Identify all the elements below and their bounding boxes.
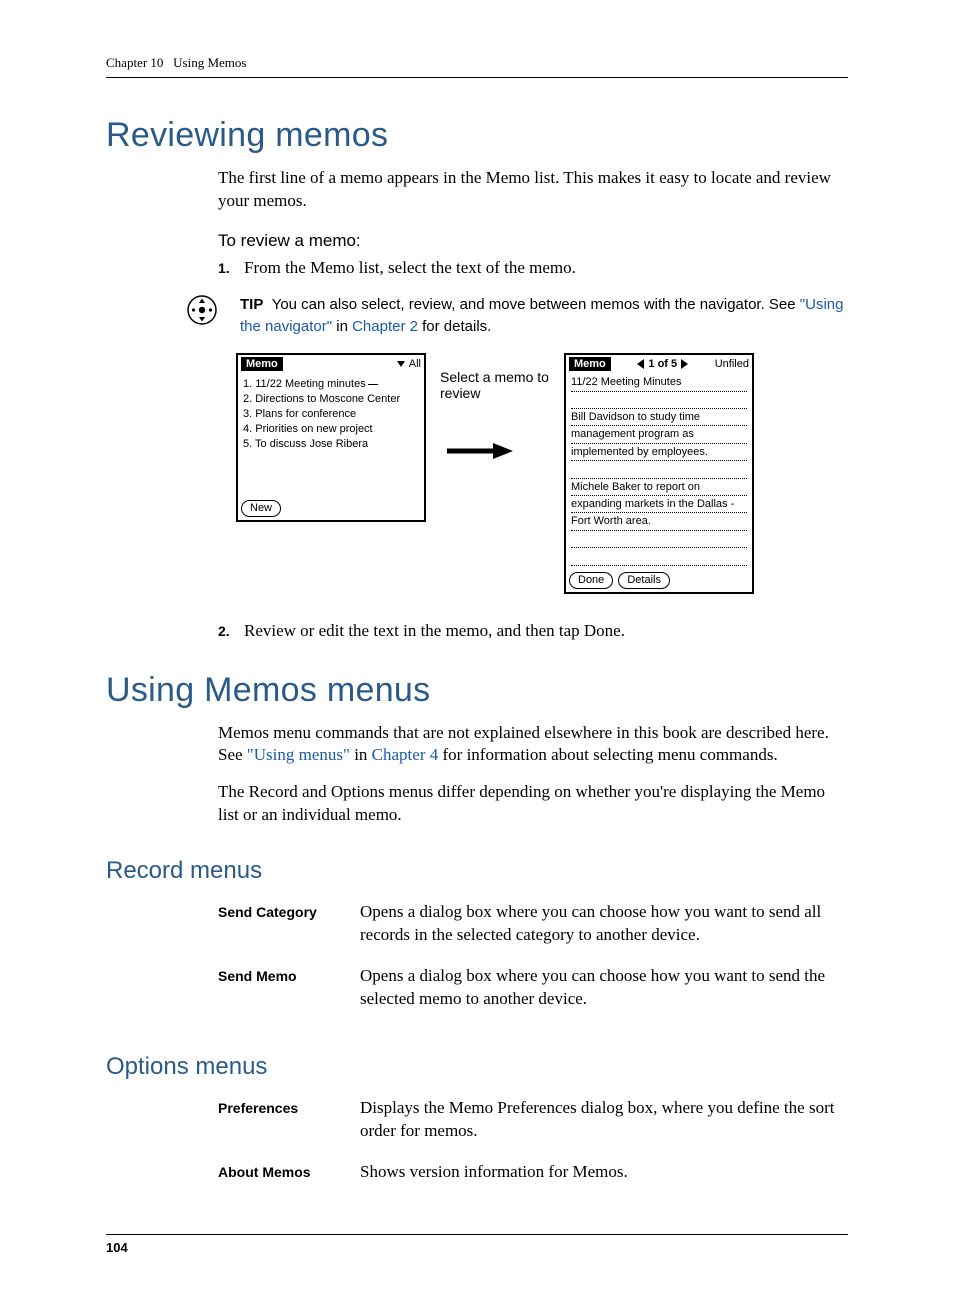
description: Opens a dialog box where you can choose … [360, 959, 848, 1023]
tip-callout: TIP You can also select, review, and mov… [186, 294, 848, 338]
memo-list-screen: Memo All 1. 11/22 Meeting minutes 2. Dir… [236, 353, 426, 522]
options-menus-table: Preferences Displays the Memo Preference… [218, 1091, 848, 1196]
details-button[interactable]: Details [618, 572, 670, 589]
term: Preferences [218, 1091, 360, 1155]
memo-line[interactable]: expanding markets in the Dallas - [571, 497, 747, 513]
description: Opens a dialog box where you can choose … [360, 895, 848, 959]
link-chapter-4[interactable]: Chapter 4 [372, 745, 439, 764]
tip-label: TIP [240, 296, 263, 313]
memo-detail-screen: Memo 1 of 5 Unfiled 11/22 Meeting Minute… [564, 353, 754, 593]
section-heading-reviewing: Reviewing memos [106, 116, 848, 155]
term: About Memos [218, 1155, 360, 1196]
term: Send Category [218, 895, 360, 959]
link-chapter-2[interactable]: Chapter 2 [352, 318, 418, 335]
arrow-icon [440, 401, 520, 466]
memo-line[interactable]: Michele Baker to report on [571, 480, 747, 496]
table-row: Send Memo Opens a dialog box where you c… [218, 959, 848, 1023]
figure-annotation: Select a memo to review [440, 353, 550, 401]
memo-counter: 1 of 5 [637, 358, 688, 370]
step-2: 2. Review or edit the text in the memo, … [218, 620, 848, 643]
term: Send Memo [218, 959, 360, 1023]
chapter-label: Chapter 10 [106, 55, 163, 70]
list-item[interactable]: 5. To discuss Jose Ribera [243, 437, 419, 452]
chapter-title: Using Memos [173, 55, 246, 70]
tip-text: TIP You can also select, review, and mov… [240, 294, 848, 338]
done-button[interactable]: Done [569, 572, 613, 589]
memo-line[interactable] [571, 532, 747, 548]
step-text: From the Memo list, select the text of t… [244, 257, 576, 280]
table-row: About Memos Shows version information fo… [218, 1155, 848, 1196]
menus-note: The Record and Options menus differ depe… [218, 781, 848, 827]
record-menus-table: Send Category Opens a dialog box where y… [218, 895, 848, 1023]
dropdown-icon [397, 361, 405, 367]
intro-paragraph: The first line of a memo appears in the … [218, 167, 848, 213]
prev-memo-icon[interactable] [637, 359, 644, 369]
screen-title: Memo [569, 357, 611, 371]
category-selector[interactable]: All [397, 358, 421, 370]
page-number: 104 [106, 1234, 848, 1255]
screen-title: Memo [241, 357, 283, 371]
link-using-menus[interactable]: "Using menus" [247, 745, 350, 764]
list-item[interactable]: 1. 11/22 Meeting minutes [243, 377, 419, 392]
memo-line[interactable]: Bill Davidson to study time [571, 410, 747, 426]
running-head: Chapter 10 Using Memos [106, 55, 848, 78]
memo-line[interactable]: Fort Worth area. [571, 514, 747, 530]
list-item[interactable]: 3. Plans for conference [243, 407, 419, 422]
navigator-icon [186, 294, 218, 326]
task-heading: To review a memo: [218, 231, 848, 251]
figure-memo-screens: Memo All 1. 11/22 Meeting minutes 2. Dir… [236, 353, 848, 593]
description: Shows version information for Memos. [360, 1155, 848, 1196]
subheading-record-menus: Record menus [106, 857, 848, 885]
memo-line[interactable] [571, 462, 747, 478]
menus-intro: Memos menu commands that are not explain… [218, 722, 848, 768]
step-number: 2. [218, 620, 244, 643]
memo-line[interactable]: implemented by employees. [571, 445, 747, 461]
section-heading-menus: Using Memos menus [106, 671, 848, 710]
step-text: Review or edit the text in the memo, and… [244, 620, 625, 643]
next-memo-icon[interactable] [681, 359, 688, 369]
description: Displays the Memo Preferences dialog box… [360, 1091, 848, 1155]
step-1: 1. From the Memo list, select the text o… [218, 257, 848, 280]
memo-line[interactable]: 11/22 Meeting Minutes [571, 375, 747, 391]
list-item[interactable]: 2. Directions to Moscone Center [243, 392, 419, 407]
new-button[interactable]: New [241, 500, 281, 517]
step-number: 1. [218, 257, 244, 280]
table-row: Send Category Opens a dialog box where y… [218, 895, 848, 959]
table-row: Preferences Displays the Memo Preference… [218, 1091, 848, 1155]
memo-line[interactable] [571, 549, 747, 565]
subheading-options-menus: Options menus [106, 1053, 848, 1081]
memo-line[interactable] [571, 393, 747, 409]
memo-line[interactable]: management program as [571, 427, 747, 443]
category-label[interactable]: Unfiled [715, 358, 749, 370]
list-item[interactable]: 4. Priorities on new project [243, 422, 419, 437]
